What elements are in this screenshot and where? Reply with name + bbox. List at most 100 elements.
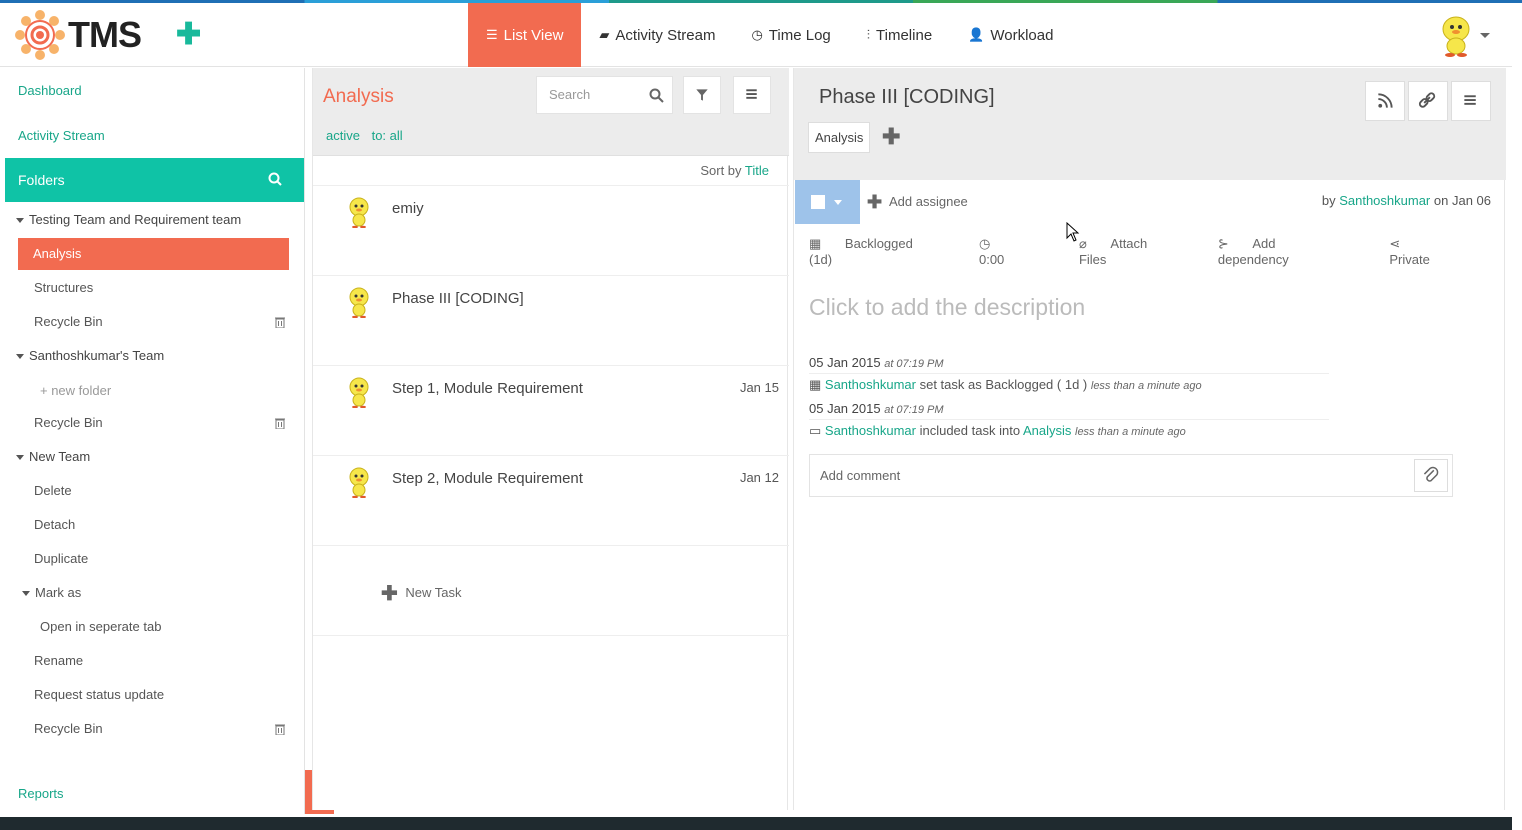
task-avatar (349, 377, 369, 408)
task-name: Phase III [CODING] (392, 290, 524, 307)
tree-folder-mark-as[interactable]: Mark as (22, 585, 81, 600)
task-date: Jan 15 (739, 380, 779, 395)
history-date: 05 Jan 2015 (809, 355, 881, 370)
tree-team-testing[interactable]: Testing Team and Requirement team (16, 212, 241, 227)
task-select-dropdown[interactable] (795, 180, 860, 224)
history-user-link[interactable]: Santhoshkumar (825, 423, 916, 438)
filter-tag-active[interactable]: active (326, 128, 360, 143)
task-row[interactable]: Step 1, Module Requirement Jan 15 (313, 366, 789, 456)
sort-prefix: Sort by (700, 163, 742, 178)
tree-folder-analysis[interactable]: Analysis (18, 238, 289, 270)
rss-button[interactable] (1365, 81, 1405, 121)
calendar-icon: ▦ (809, 377, 825, 392)
plus-icon: ✚ (381, 583, 398, 605)
user-menu-caret-icon[interactable] (1480, 33, 1490, 38)
privacy-button[interactable]: ⋖ Private (1389, 236, 1484, 267)
status-button[interactable]: ▦ Backlogged (1d) (809, 236, 959, 267)
list-icon: ☰ (486, 27, 498, 42)
creator-link[interactable]: Santhoshkumar (1339, 193, 1430, 208)
new-task-button[interactable]: ✚ New Task (381, 581, 462, 606)
tms-logo-icon (15, 10, 65, 60)
nav-timeline[interactable]: ⫶ Timeline (849, 3, 950, 67)
add-dependency-button[interactable]: ⊱ Add dependency (1218, 236, 1370, 267)
task-checkbox[interactable] (811, 195, 825, 209)
tree-new-folder[interactable]: + new folder (40, 383, 111, 398)
attach-comment-button[interactable] (1414, 459, 1448, 492)
add-tag-plus-icon[interactable]: ✚ (882, 124, 900, 150)
time-button[interactable]: ◷ 0:00 (979, 236, 1059, 267)
task-avatar (349, 197, 369, 228)
nav-list-view[interactable]: ☰ List View (468, 3, 582, 67)
list-menu-button[interactable] (733, 76, 771, 114)
bottom-bar (0, 817, 1512, 830)
nav-workload[interactable]: 👤 Workload (950, 3, 1071, 67)
task-list-header: Analysis Search active to: all (313, 68, 789, 156)
user-icon: 👤 (968, 27, 985, 42)
nav-label: Time Log (768, 26, 831, 44)
main-nav: ☰ List View ▰ Activity Stream ◷ Time Log… (468, 3, 1071, 67)
folders-header[interactable]: Folders (5, 158, 304, 202)
tree-folder-duplicate[interactable]: Duplicate (34, 551, 88, 566)
filter-button[interactable] (683, 76, 721, 114)
history-entry: 05 Jan 2015 at 07:19 PM ▭ Santhoshkumar … (809, 401, 1329, 439)
history-folder-link[interactable]: Analysis (1023, 423, 1071, 438)
description-placeholder[interactable]: Click to add the description (809, 294, 1085, 321)
trash-icon[interactable] (275, 417, 285, 429)
list-title: Analysis (323, 86, 394, 107)
task-title[interactable]: Phase III [CODING] (819, 86, 995, 109)
task-search-input[interactable]: Search (536, 76, 673, 114)
filter-tag-to[interactable]: to: all (372, 128, 403, 143)
created-date: on Jan 06 (1433, 193, 1491, 208)
trash-icon[interactable] (275, 723, 285, 735)
comment-input[interactable]: Add comment (809, 454, 1453, 497)
expand-triangle-icon (16, 354, 24, 360)
task-row[interactable]: emiy (313, 186, 789, 276)
history-user-link[interactable]: Santhoshkumar (825, 377, 916, 392)
hamburger-icon (1464, 95, 1476, 105)
tree-folder-structures[interactable]: Structures (34, 280, 93, 295)
sort-field-link[interactable]: Title (745, 163, 769, 178)
sidebar-activity-stream-link[interactable]: Activity Stream (18, 128, 105, 143)
clock-icon: ◷ (978, 236, 991, 251)
user-avatar[interactable] (1436, 13, 1476, 57)
add-assignee-button[interactable]: ✚ Add assignee (867, 192, 968, 213)
sidebar-reports-link[interactable]: Reports (18, 786, 64, 801)
tree-folder-delete[interactable]: Delete (34, 483, 72, 498)
expand-triangle-icon (16, 218, 24, 224)
tree-recycle-bin[interactable]: Recycle Bin (34, 314, 103, 329)
app-logo[interactable]: TMS (14, 9, 142, 61)
task-list-panel: Analysis Search active to: all Sort by T… (312, 68, 789, 810)
expand-triangle-icon (16, 455, 24, 461)
task-detail-header: Phase III [CODING] Analysis ✚ (794, 68, 1506, 180)
tree-recycle-bin[interactable]: Recycle Bin (34, 415, 103, 430)
task-row[interactable]: Phase III [CODING] (313, 276, 789, 366)
tree-folder-rename[interactable]: Rename (34, 653, 83, 668)
sidebar-dashboard-link[interactable]: Dashboard (18, 83, 82, 98)
tree-recycle-bin[interactable]: Recycle Bin (34, 721, 103, 736)
tree-folder-detach[interactable]: Detach (34, 517, 75, 532)
create-plus-icon[interactable]: ✚ (176, 20, 201, 50)
nav-time-log[interactable]: ◷ Time Log (733, 3, 848, 67)
calendar-icon: ▦ (809, 236, 825, 251)
tree-team-new-team[interactable]: New Team (16, 449, 90, 464)
folder-search-icon[interactable] (268, 172, 282, 186)
task-name: Step 1, Module Requirement (392, 380, 583, 397)
search-icon[interactable] (649, 88, 664, 103)
attach-files-button[interactable]: ⌀ Attach Files (1079, 236, 1198, 267)
detail-menu-button[interactable] (1451, 81, 1491, 121)
nav-label: List View (503, 26, 564, 44)
tree-folder-open-tab[interactable]: Open in seperate tab (40, 619, 161, 634)
tree-team-santhoshkumar[interactable]: Santhoshkumar's Team (16, 348, 164, 363)
link-icon (1418, 92, 1436, 108)
tree-folder-request-status[interactable]: Request status update (34, 687, 164, 702)
permalink-button[interactable] (1408, 81, 1448, 121)
nav-activity-stream[interactable]: ▰ Activity Stream (581, 3, 733, 67)
task-row[interactable]: Step 2, Module Requirement Jan 12 (313, 456, 789, 546)
folders-label: Folders (18, 172, 65, 188)
comment-placeholder: Add comment (820, 468, 901, 483)
history-time: at 07:19 PM (884, 404, 944, 416)
trash-icon[interactable] (275, 316, 285, 328)
sort-control: Sort by Title (313, 156, 789, 186)
paperclip-icon (1423, 466, 1439, 482)
folder-tag[interactable]: Analysis (808, 122, 871, 153)
